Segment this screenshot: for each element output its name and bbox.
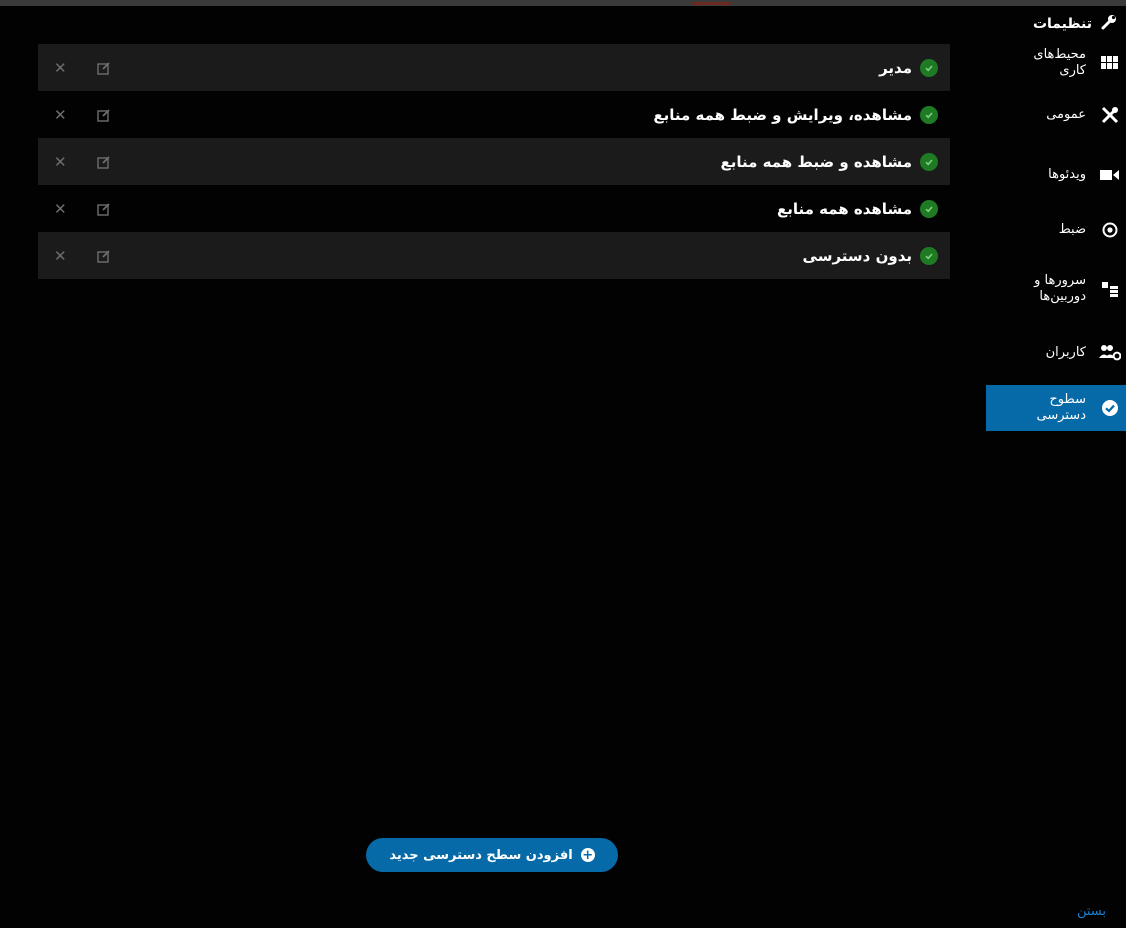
sidebar-item-label: محیط‌های کاری [1033,47,1086,78]
grid-icon [1096,49,1124,77]
edit-icon[interactable] [96,249,111,263]
sidebar-item-label: سرورها و دوربین‌ها [1034,273,1086,304]
delete-icon[interactable]: ✕ [54,247,67,265]
sidebar-item-label: ضبط [1058,222,1086,237]
sidebar-item-label: ویدئوها [1048,167,1086,182]
sidebar-item-recording[interactable]: ضبط [986,207,1126,253]
delete-icon[interactable]: ✕ [54,106,67,124]
server-camera-icon [1096,275,1124,303]
edit-icon[interactable] [96,61,111,75]
settings-title: تنظیمات [1032,16,1092,32]
check-circle-icon [920,105,938,124]
top-indicator [692,2,732,5]
sidebar-item-workspaces[interactable]: محیط‌های کاری [986,40,1126,86]
sidebar-item-users[interactable]: کاربران [986,330,1126,376]
row-actions: ✕ [54,232,111,279]
window-top-border [0,0,1126,6]
check-circle-icon [920,58,938,77]
check-circle-icon [920,199,938,218]
plus-circle-icon: + [580,847,595,863]
check-circle-icon [920,246,938,265]
users-icon [1096,339,1124,367]
row-actions: ✕ [54,185,111,232]
video-camera-icon [1096,161,1124,189]
access-level-name: بدون دسترسی [802,246,912,265]
delete-icon[interactable]: ✕ [54,200,67,218]
row-actions: ✕ [54,91,111,138]
check-circle-icon [920,152,938,171]
add-access-level-label: افزودن سطح دسترسی جدید [389,847,573,863]
add-access-level-button[interactable]: + افزودن سطح دسترسی جدید [366,838,618,872]
edit-icon[interactable] [96,202,111,216]
sidebar-item-general[interactable]: عمومی [986,92,1126,138]
edit-icon[interactable] [96,108,111,122]
delete-icon[interactable]: ✕ [54,59,67,77]
access-level-row[interactable]: مشاهده و ضبط همه منابع ✕ [38,138,950,185]
access-level-list: مدیر ✕ مشاهده، ویرایش و ضبط همه منابع ✕ [38,44,950,279]
access-level-row[interactable]: بدون دسترسی ✕ [38,232,950,279]
access-level-name: مشاهده همه منابع [776,199,912,218]
tools-icon [1096,101,1124,129]
sidebar-item-label: عمومی [1046,107,1086,122]
check-circle-icon [1096,394,1124,422]
sidebar-item-videos[interactable]: ویدئوها [986,152,1126,198]
settings-header: تنظیمات [1033,12,1118,36]
settings-window: مدیر ✕ مشاهده، ویرایش و ضبط همه منابع ✕ [0,0,1126,928]
row-actions: ✕ [54,138,111,185]
access-level-name: مدیر [879,58,912,77]
wrench-icon [1100,13,1118,35]
sidebar-item-label: کاربران [1045,345,1086,360]
row-actions: ✕ [54,44,111,91]
access-level-row[interactable]: مشاهده، ویرایش و ضبط همه منابع ✕ [38,91,950,138]
delete-icon[interactable]: ✕ [54,153,67,171]
edit-icon[interactable] [96,155,111,169]
access-level-name: مشاهده و ضبط همه منابع [720,152,912,171]
close-button[interactable]: بستن [1077,904,1106,919]
sidebar-item-servers-cameras[interactable]: سرورها و دوربین‌ها [986,266,1126,312]
settings-sidebar: تنظیمات محیط‌های کاری عمومی ویدئوها ضبط [980,6,1126,928]
sidebar-item-label: سطوح دسترسی [1036,392,1086,423]
access-level-row[interactable]: مدیر ✕ [38,44,950,91]
access-level-name: مشاهده، ویرایش و ضبط همه منابع [653,105,912,124]
record-icon [1096,216,1124,244]
sidebar-item-access-levels[interactable]: سطوح دسترسی [986,385,1126,431]
access-level-row[interactable]: مشاهده همه منابع ✕ [38,185,950,232]
